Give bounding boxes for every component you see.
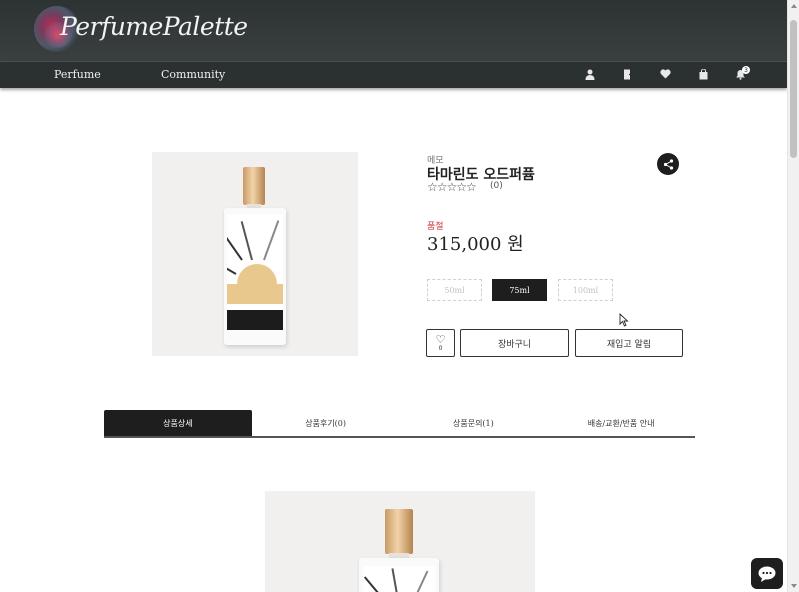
- option-75ml[interactable]: 75ml: [492, 279, 547, 301]
- page-scrollbar[interactable]: [787, 0, 799, 592]
- heart-outline-icon: ♡: [435, 333, 446, 346]
- tab-detail[interactable]: 상품상세: [104, 410, 252, 436]
- label-leaf: [363, 576, 385, 592]
- site-logo[interactable]: PerfumePalette: [60, 12, 248, 41]
- label-band: [227, 310, 283, 330]
- detail-image: [265, 491, 535, 592]
- product-image: [152, 152, 358, 356]
- option-50ml[interactable]: 50ml: [427, 279, 482, 301]
- chat-button[interactable]: [751, 558, 783, 589]
- restock-alert-button[interactable]: 재입고 알림: [575, 329, 683, 357]
- review-count: (0): [490, 181, 503, 191]
- logout-icon[interactable]: [621, 67, 635, 81]
- bottle-cap: [243, 167, 265, 205]
- site-header: PerfumePalette: [0, 0, 787, 61]
- product-price: 315,000 원: [427, 234, 524, 255]
- bottle-label: [363, 566, 435, 592]
- nav-perfume[interactable]: Perfume: [54, 68, 101, 81]
- label-leaf: [227, 229, 243, 261]
- mouse-cursor-icon: [619, 313, 629, 327]
- bottle-body: [359, 558, 439, 592]
- option-100ml[interactable]: 100ml: [558, 279, 613, 301]
- tab-reviews[interactable]: 상품후기(0): [252, 410, 400, 436]
- label-leaf: [391, 568, 399, 592]
- label-leaf: [413, 570, 429, 592]
- bottle-body: [224, 208, 286, 345]
- user-icon[interactable]: [583, 67, 597, 81]
- bottle-label: [227, 214, 283, 330]
- like-button[interactable]: ♡ 0: [426, 329, 455, 357]
- label-leaf: [227, 258, 237, 275]
- main-nav: Perfume Community: [0, 61, 787, 88]
- notification-badge: 3: [742, 66, 750, 74]
- share-button[interactable]: [657, 153, 679, 175]
- product-tabs: 상품상세 상품후기(0) 상품문의(1) 배송/교환/반품 안내: [104, 410, 695, 438]
- label-sand: [227, 284, 283, 304]
- rating-stars: ☆☆☆☆☆: [427, 180, 477, 194]
- chat-icon: [758, 566, 776, 582]
- label-leaf: [240, 221, 253, 261]
- heart-icon[interactable]: [658, 67, 672, 81]
- tab-shipping-info[interactable]: 배송/교환/반품 안내: [547, 410, 695, 436]
- label-leaf: [263, 220, 280, 261]
- scroll-thumb[interactable]: [790, 20, 797, 158]
- nav-community[interactable]: Community: [161, 68, 225, 81]
- scroll-up-icon[interactable]: [791, 4, 797, 8]
- scroll-down-icon[interactable]: [791, 584, 797, 588]
- tab-inquiries[interactable]: 상품문의(1): [400, 410, 548, 436]
- bottle-cap: [385, 509, 413, 554]
- shopping-bag-icon[interactable]: [696, 67, 710, 81]
- share-icon: [663, 158, 673, 170]
- like-count: 0: [438, 345, 443, 352]
- cart-button[interactable]: 장바구니: [460, 329, 569, 357]
